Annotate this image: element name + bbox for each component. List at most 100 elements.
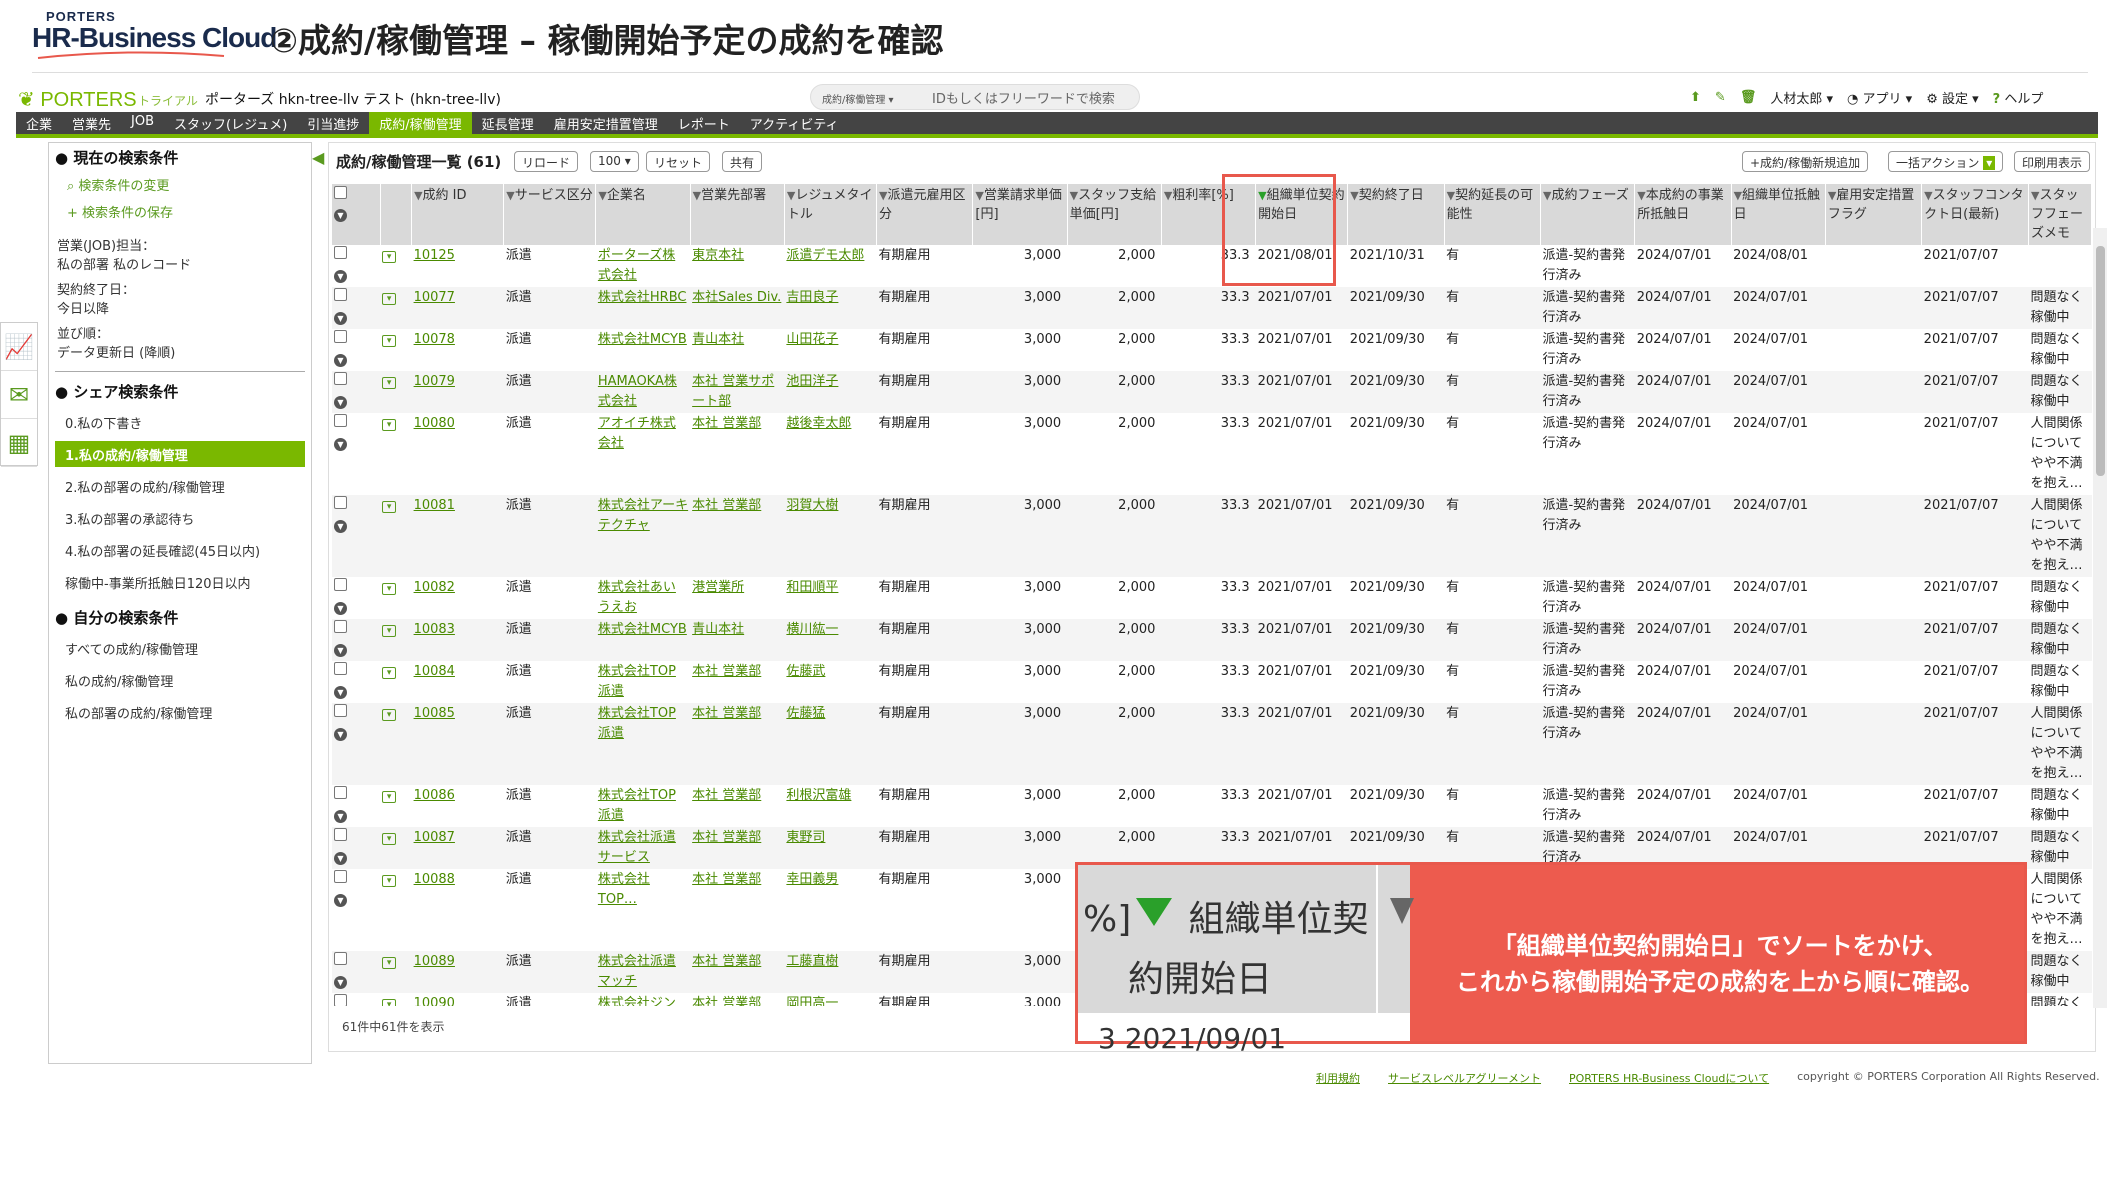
- table-cell[interactable]: 東京本社: [690, 245, 784, 287]
- table-cell[interactable]: 佐藤猛: [784, 703, 877, 785]
- row-select-cell[interactable]: ▼: [332, 869, 380, 951]
- footer-link[interactable]: PORTERS HR-Business Cloudについて: [1569, 1070, 1769, 1086]
- table-cell[interactable]: 青山本社: [690, 619, 785, 661]
- row-dropdown-icon[interactable]: ▾: [382, 709, 397, 721]
- table-cell[interactable]: 株式会社MCYB: [596, 329, 690, 371]
- column-header[interactable]: ▼派遣元雇用区分: [876, 184, 974, 245]
- table-cell[interactable]: 10088: [412, 869, 504, 951]
- column-header[interactable]: ▼企業名: [595, 184, 691, 245]
- share-condition-item[interactable]: 3.私の部署の承認待ち: [55, 505, 305, 531]
- column-menu-icon[interactable]: ▼: [1924, 189, 1932, 202]
- menu-item[interactable]: JOB: [121, 112, 164, 134]
- row-menu-icon[interactable]: ▼: [334, 438, 347, 451]
- table-cell[interactable]: 株式会社TOP派遣: [596, 785, 690, 827]
- table-cell[interactable]: 株式会社あいうえお: [596, 577, 690, 619]
- table-cell[interactable]: HAMAOKA株式会社: [595, 371, 691, 413]
- reload-button[interactable]: リロード: [514, 151, 579, 172]
- table-cell[interactable]: 10086: [412, 785, 504, 827]
- table-cell[interactable]: 本社 営業部: [690, 993, 784, 1006]
- table-row[interactable]: ▼ ▾ 10080 派遣 アオイチ株式会社 本社 営業部 越後幸太郎 有期雇用 3,000 2,0…: [332, 413, 2092, 495]
- column-menu-icon[interactable]: ▼: [879, 189, 887, 202]
- column-menu-icon[interactable]: ▼: [598, 189, 606, 202]
- table-cell[interactable]: 東野司: [784, 827, 877, 869]
- table-cell[interactable]: 池田洋子: [784, 371, 877, 413]
- row-menu-icon[interactable]: ▼: [334, 728, 347, 741]
- row-menu-icon[interactable]: ▼: [334, 396, 347, 409]
- table-cell[interactable]: 株式会社TOP派遣: [596, 661, 690, 703]
- search-scope-select[interactable]: 成約/稼働管理 ▾: [822, 91, 894, 106]
- row-menu-icon[interactable]: ▼: [334, 644, 347, 657]
- table-cell[interactable]: 本社 営業部: [690, 703, 785, 785]
- row-action-cell[interactable]: ▾: [380, 703, 412, 785]
- table-cell[interactable]: 株式会社ジンセンボックス: [596, 993, 690, 1006]
- save-conditions-link[interactable]: + 検索条件の保存: [67, 202, 173, 221]
- row-menu-icon[interactable]: ▼: [334, 894, 347, 907]
- edit-icon[interactable]: ✎: [1715, 90, 1726, 105]
- row-select-cell[interactable]: ▼: [332, 577, 380, 619]
- row-select-cell[interactable]: ▼: [332, 495, 381, 577]
- row-checkbox[interactable]: [334, 786, 347, 799]
- table-cell[interactable]: 佐藤武: [784, 661, 876, 703]
- table-cell[interactable]: 10077: [411, 287, 504, 329]
- row-menu-icon[interactable]: ▼: [334, 602, 347, 615]
- porters-logo[interactable]: ❦ PORTERS: [18, 87, 137, 112]
- my-condition-item[interactable]: すべての成約/稼働管理: [55, 635, 305, 661]
- table-cell[interactable]: 和田順平: [784, 577, 876, 619]
- table-row[interactable]: ▼ ▾ 10078 派遣 株式会社MCYB 青山本社 山田花子 有期雇用 3,000 2,000 3…: [332, 329, 2092, 371]
- settings-menu[interactable]: ⚙ 設定 ▾: [1926, 88, 1978, 107]
- add-contract-button[interactable]: +成約/稼働新規追加: [1742, 151, 1869, 172]
- share-condition-item[interactable]: 2.私の部署の成約/稼働管理: [55, 473, 305, 499]
- menu-item[interactable]: 営業先: [62, 112, 121, 134]
- menu-item[interactable]: 雇用安定措置管理: [544, 112, 668, 134]
- table-cell[interactable]: 10087: [411, 827, 504, 869]
- change-conditions-link[interactable]: ⌕ 検索条件の変更: [67, 175, 169, 194]
- row-action-cell[interactable]: ▾: [380, 329, 411, 371]
- row-checkbox[interactable]: [334, 620, 347, 633]
- table-cell[interactable]: 10125: [412, 245, 504, 287]
- row-checkbox[interactable]: [334, 372, 347, 385]
- menu-item-active[interactable]: 成約/稼働管理: [369, 112, 472, 134]
- table-cell[interactable]: 株式会社派遣マッチ: [595, 951, 691, 993]
- help-menu[interactable]: ? ヘルプ: [1993, 88, 2044, 107]
- row-menu-icon[interactable]: ▼: [334, 520, 347, 533]
- table-cell[interactable]: 青山本社: [690, 329, 784, 371]
- table-cell[interactable]: 本社 営業部: [690, 951, 785, 993]
- table-cell[interactable]: 10078: [412, 329, 504, 371]
- row-action-cell[interactable]: ▾: [380, 951, 412, 993]
- search-input[interactable]: IDもしくはフリーワードで検索: [932, 88, 1115, 107]
- table-cell[interactable]: 10082: [412, 577, 504, 619]
- row-dropdown-icon[interactable]: ▾: [382, 251, 397, 263]
- row-menu-icon[interactable]: ▼: [334, 270, 347, 283]
- table-cell[interactable]: 株式会社TOP派遣: [595, 703, 691, 785]
- column-header[interactable]: ▼営業先部署: [690, 184, 785, 245]
- table-cell[interactable]: 本社 営業部: [690, 869, 784, 951]
- table-cell[interactable]: 本社 営業部: [690, 495, 785, 577]
- table-row[interactable]: ▼ ▾ 10081 派遣 株式会社アーキテクチャ 本社 営業部 羽賀大樹 有期雇用 3,000 2…: [332, 495, 2092, 577]
- table-cell[interactable]: 本社 営業部: [690, 785, 784, 827]
- table-cell[interactable]: 株式会社HRBC: [595, 287, 691, 329]
- row-menu-icon[interactable]: ▼: [334, 852, 347, 865]
- menu-item[interactable]: 引当進捗: [297, 112, 369, 134]
- table-cell[interactable]: 港営業所: [690, 577, 784, 619]
- row-checkbox[interactable]: [334, 496, 347, 509]
- column-header[interactable]: ▼契約終了日: [1347, 184, 1445, 245]
- row-dropdown-icon[interactable]: ▾: [382, 335, 397, 347]
- table-cell[interactable]: 山田花子: [784, 329, 876, 371]
- row-dropdown-icon[interactable]: ▾: [382, 833, 397, 845]
- table-row[interactable]: ▼ ▾ 10082 派遣 株式会社あいうえお 港営業所 和田順平 有期雇用 3,000 2,000…: [332, 577, 2092, 619]
- row-select-cell[interactable]: ▼: [332, 951, 381, 993]
- row-checkbox[interactable]: [334, 994, 347, 1006]
- column-header[interactable]: ▼成約 ID: [411, 184, 505, 245]
- table-cell[interactable]: 株式会社アーキテクチャ: [595, 495, 691, 577]
- row-menu-icon[interactable]: ▼: [334, 312, 347, 325]
- collapse-panel-icon[interactable]: ◀: [312, 148, 324, 168]
- table-cell[interactable]: 派遣デモ太郎: [784, 245, 876, 287]
- table-cell[interactable]: 本社Sales Div.: [690, 287, 785, 329]
- table-cell[interactable]: 本社 営業サポート部: [690, 371, 785, 413]
- table-cell[interactable]: 10089: [411, 951, 504, 993]
- table-cell[interactable]: 本社 営業部: [690, 827, 785, 869]
- row-dropdown-icon[interactable]: ▾: [382, 583, 397, 595]
- table-cell[interactable]: アオイチ株式会社: [596, 413, 690, 495]
- row-select-cell[interactable]: ▼: [332, 785, 380, 827]
- scrollbar-thumb[interactable]: [2096, 246, 2105, 476]
